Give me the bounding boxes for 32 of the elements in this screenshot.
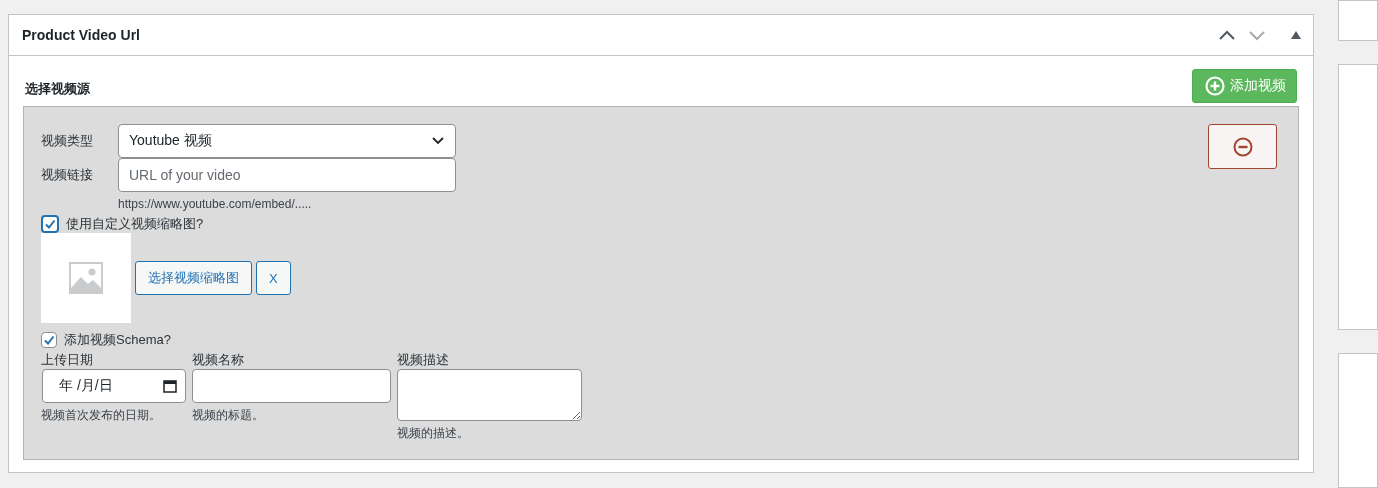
checkbox-label: 添加视频Schema? [64, 331, 171, 349]
remove-button[interactable] [1208, 124, 1277, 169]
image-placeholder-icon [69, 262, 103, 294]
plus-circle-icon [1205, 76, 1225, 96]
text-area[interactable] [397, 369, 582, 421]
checkbox-label: 使用自定义视频缩略图? [66, 215, 204, 233]
section-label: 选择视频源 [24, 80, 90, 98]
field-label: 视频描述 [397, 351, 450, 369]
checkbox[interactable] [41, 215, 59, 233]
calendar-icon[interactable] [163, 379, 177, 393]
field-hint: 视频首次发布的日期。 [41, 407, 162, 424]
video-type-select[interactable]: Youtube 视频 [118, 124, 456, 158]
input-field[interactable] [192, 369, 391, 403]
checkbox[interactable] [41, 332, 57, 348]
checkmark-icon [44, 218, 56, 230]
field-hint: 视频的描述。 [397, 425, 470, 442]
minus-circle-icon [1232, 136, 1253, 157]
date-field[interactable]: 年 /月/日 [42, 369, 186, 403]
field-hint: 视频的标题。 [192, 407, 265, 424]
field-label: 视频名称 [192, 351, 245, 369]
side-panel [1338, 0, 1378, 42]
select-thumbnail-button[interactable]: 选择视频缩略图 [135, 261, 252, 295]
clear-thumbnail-button[interactable]: X [256, 261, 291, 295]
checkmark-icon [43, 334, 55, 346]
chevron-down-icon [431, 136, 445, 146]
collapse-triangle-icon[interactable] [1291, 31, 1301, 39]
field-label: 视频链接 [41, 166, 94, 184]
field-hint: https://www.youtube.com/embed/..... [118, 197, 313, 211]
url-input-field[interactable]: URL of your video [118, 158, 456, 192]
panel-title: Product Video Url [22, 27, 141, 43]
field-label: 上传日期 [41, 351, 94, 369]
field-label: 视频类型 [41, 132, 94, 150]
